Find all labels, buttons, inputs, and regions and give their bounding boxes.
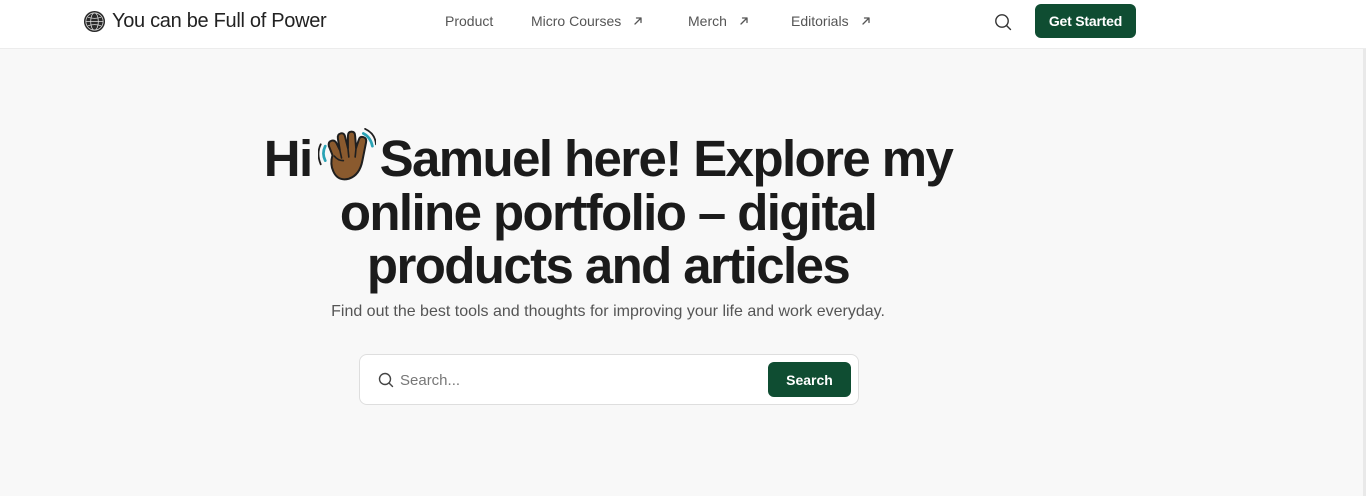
hero-title-line-2: online portfolio – digital (339, 184, 878, 241)
nav-item-merch[interactable]: Merch (688, 13, 750, 29)
nav-item-label: Product (445, 13, 494, 29)
external-arrow-icon (740, 17, 748, 25)
nav-item-label: Merch (688, 13, 727, 29)
top-navigation-bar: You can be Full of Power Product Micro C… (0, 0, 1366, 49)
search-icon[interactable] (993, 12, 1013, 32)
search-button[interactable]: Search (768, 362, 851, 397)
hero-title-line-1: Hi Samuel here! Explore my (200, 128, 1016, 186)
search-icon (377, 371, 395, 389)
get-started-button[interactable]: Get Started (1035, 4, 1136, 38)
external-arrow-icon (634, 17, 642, 25)
hero-title-rest: Samuel here! Explore my (379, 130, 954, 187)
hero-subtitle: Find out the best tools and thoughts for… (331, 303, 885, 320)
waving-hand-icon (317, 128, 377, 186)
search-bar: Search (359, 354, 859, 405)
nav-item-editorials[interactable]: Editorials (791, 13, 872, 29)
hero-title: Hi Samuel here! Explore my online portfo… (200, 128, 1016, 292)
nav-item-label: Micro Courses (531, 13, 622, 29)
brand-link[interactable]: You can be Full of Power (83, 9, 327, 33)
search-input[interactable] (400, 365, 760, 395)
globe-logo-icon (83, 10, 106, 33)
nav-item-micro-courses[interactable]: Micro Courses (531, 13, 644, 29)
hero-title-line-3: products and articles (366, 237, 851, 294)
nav-item-product[interactable]: Product (445, 13, 493, 29)
brand-name: You can be Full of Power (112, 9, 327, 32)
hero-title-greeting: Hi (263, 130, 313, 187)
nav-item-label: Editorials (791, 13, 849, 29)
external-arrow-icon (861, 17, 870, 25)
